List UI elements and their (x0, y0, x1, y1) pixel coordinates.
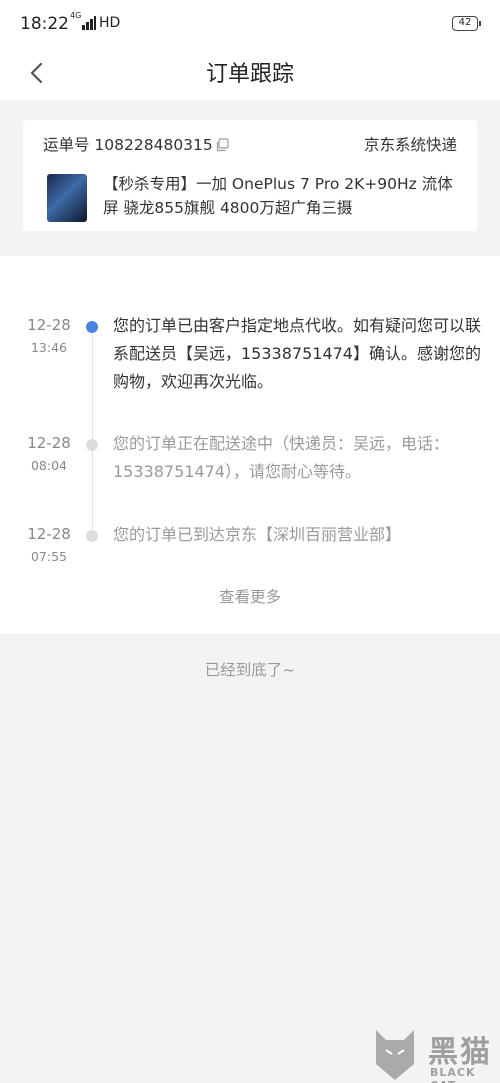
black-cat-logo-icon (372, 1026, 418, 1082)
timeline-line (92, 328, 93, 536)
product-thumbnail[interactable] (47, 174, 87, 222)
event-date: 12-28 (27, 434, 71, 452)
signal-icon (82, 16, 96, 30)
status-bar: 18:22 4G HD 42 (0, 0, 500, 48)
waybill-number: 运单号 108228480315 (43, 136, 213, 154)
network-type: 4G (70, 11, 82, 20)
event-time: 08:04 (30, 458, 68, 473)
product-title[interactable]: 【秒杀专用】一加 OnePlus 7 Pro 2K+90Hz 流体屏 骁龙855… (103, 172, 463, 220)
status-dot-icon (86, 439, 98, 451)
battery-icon: 42 (452, 16, 481, 31)
navigation-header: 订单跟踪 (0, 48, 500, 100)
status-time: 18:22 (20, 14, 69, 34)
watermark: 黑猫 BLACK CAT (372, 1026, 494, 1083)
page-title: 订单跟踪 (205, 62, 294, 87)
carrier-name: 京东系统快递 (363, 136, 457, 154)
event-date: 12-28 (27, 316, 71, 334)
event-text: 您的订单已到达京东【深圳百丽营业部】 (113, 525, 402, 544)
event-date: 12-28 (27, 525, 71, 543)
order-card[interactable]: 运单号 108228480315 京东系统快递 【秒杀专用】一加 OnePlus… (23, 120, 477, 231)
event-text: 您的订单正在配送途中（快递员：吴远，电话：15338751474），请您耐心等待… (113, 434, 450, 481)
end-of-list-label: 已经到底了~ (204, 661, 296, 679)
copy-icon[interactable] (215, 137, 229, 152)
status-dot-icon (86, 530, 98, 542)
event-text: 您的订单已由客户指定地点代收。如有疑问您可以联系配送员【吴远，153387514… (113, 316, 482, 391)
hd-indicator: HD (99, 15, 121, 31)
view-more-button[interactable]: 查看更多 (0, 585, 500, 607)
watermark-subtext: BLACK CAT (430, 1066, 476, 1083)
status-dot-icon (86, 321, 98, 333)
event-time: 07:55 (30, 549, 68, 564)
order-section: 运单号 108228480315 京东系统快递 【秒杀专用】一加 OnePlus… (0, 100, 500, 256)
event-time: 13:46 (30, 340, 68, 355)
watermark-text: 黑猫 (428, 1035, 492, 1070)
